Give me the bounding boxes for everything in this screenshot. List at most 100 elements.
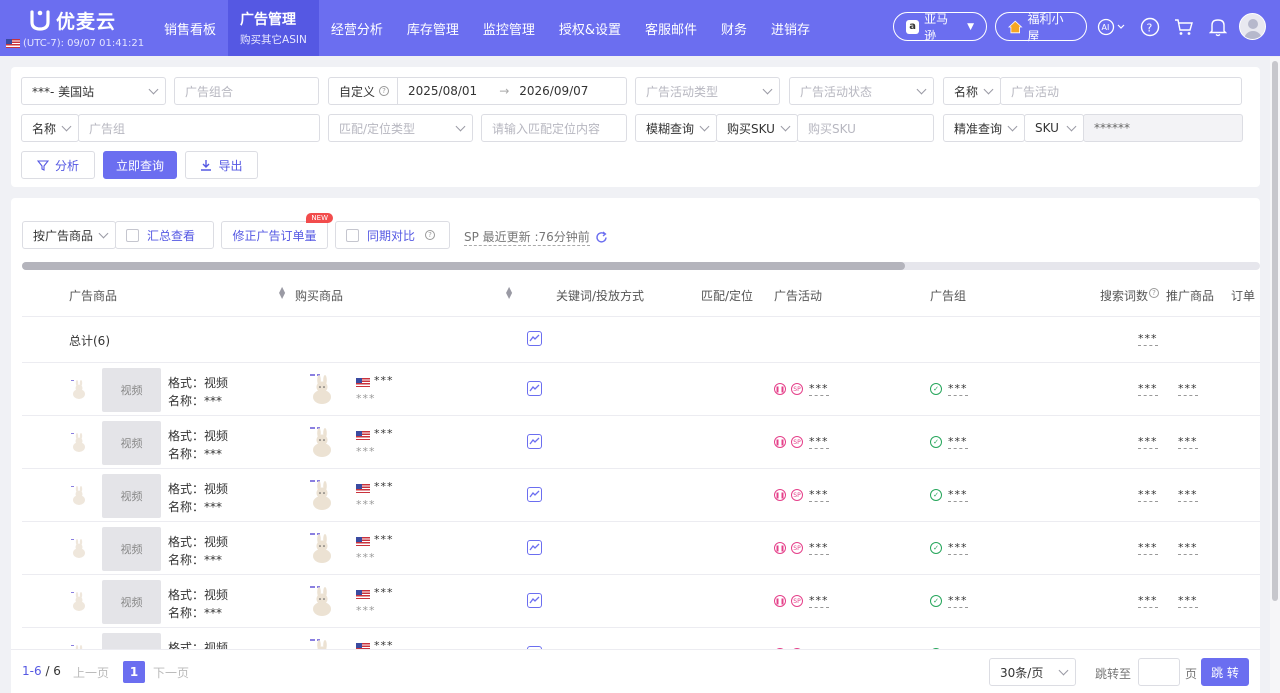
- buy-product-image[interactable]: [309, 373, 335, 405]
- buy-product-title[interactable]: ***: [374, 374, 394, 387]
- export-button[interactable]: 导出: [185, 151, 258, 179]
- search-terms-count[interactable]: ***: [1138, 541, 1158, 555]
- nav-ad-management[interactable]: 广告管理 购买其它ASIN: [228, 0, 319, 56]
- pause-status-icon[interactable]: ❚❚: [774, 595, 786, 607]
- jump-button[interactable]: 跳 转: [1201, 658, 1249, 686]
- campaign-name-select[interactable]: 名称: [943, 77, 1001, 105]
- nav-customer-email[interactable]: 客服邮件: [633, 0, 709, 56]
- campaign-type-select[interactable]: 广告活动类型: [635, 77, 780, 105]
- promoted-count[interactable]: ***: [1178, 488, 1198, 502]
- video-thumbnail[interactable]: 视频: [102, 421, 161, 465]
- brand-logo[interactable]: 优麦云: [30, 8, 116, 33]
- bell-icon[interactable]: [1205, 14, 1231, 40]
- sort-icon[interactable]: ▲ ▼: [506, 286, 512, 300]
- video-thumbnail[interactable]: 视频: [102, 474, 161, 518]
- fuzzy-query-select[interactable]: 模糊查询: [635, 114, 717, 142]
- match-content-input[interactable]: 请输入匹配定位内容: [481, 114, 627, 142]
- campaign-name[interactable]: ***: [809, 382, 829, 396]
- ad-group-search-input[interactable]: 广告组: [78, 114, 320, 142]
- group-by-select[interactable]: 按广告商品: [22, 221, 116, 249]
- buy-sku-type-select[interactable]: 购买SKU: [716, 114, 798, 142]
- horizontal-scroll-thumb[interactable]: [22, 262, 905, 270]
- search-terms-count[interactable]: ***: [1138, 382, 1158, 396]
- buy-product-title[interactable]: ***: [374, 480, 394, 493]
- nav-auth-settings[interactable]: 授权&设置: [547, 0, 633, 56]
- promoted-count[interactable]: ***: [1178, 435, 1198, 449]
- exact-query-select[interactable]: 精准查询: [943, 114, 1025, 142]
- video-thumbnail[interactable]: 视频: [102, 368, 161, 412]
- campaign-name[interactable]: ***: [809, 435, 829, 449]
- search-terms-count[interactable]: ***: [1138, 435, 1158, 449]
- trend-chart-icon[interactable]: [527, 434, 542, 449]
- buy-product-image[interactable]: [309, 532, 335, 564]
- horizontal-scrollbar[interactable]: [22, 262, 1260, 270]
- product-thumbnail-icon[interactable]: [69, 591, 89, 613]
- trend-chart-icon[interactable]: [527, 487, 542, 502]
- sku-input[interactable]: ******: [1083, 114, 1243, 142]
- product-thumbnail-icon[interactable]: [69, 379, 89, 401]
- help-icon[interactable]: ?: [1137, 14, 1163, 40]
- trend-chart-icon[interactable]: [527, 540, 542, 555]
- page-1-button[interactable]: 1: [123, 661, 145, 683]
- fix-ad-orders-button[interactable]: 修正广告订单量 NEW: [221, 213, 333, 249]
- ad-group-name-select[interactable]: 名称: [21, 114, 79, 142]
- ad-group-name[interactable]: ***: [948, 382, 968, 396]
- jump-page-input[interactable]: [1138, 658, 1180, 686]
- buy-sku-input[interactable]: 购买SKU: [797, 114, 934, 142]
- nav-sales-dashboard[interactable]: 销售看板: [152, 0, 228, 56]
- ad-combo-select[interactable]: 广告组合: [174, 77, 319, 105]
- buy-product-image[interactable]: [309, 426, 335, 458]
- campaign-name[interactable]: ***: [809, 594, 829, 608]
- search-terms-count[interactable]: ***: [1138, 488, 1158, 502]
- vertical-scrollbar[interactable]: [1270, 57, 1280, 693]
- ad-group-name[interactable]: ***: [948, 488, 968, 502]
- promoted-count[interactable]: ***: [1178, 594, 1198, 608]
- video-thumbnail[interactable]: 视频: [102, 580, 161, 624]
- platform-select[interactable]: a 亚马逊 ▼: [893, 12, 987, 43]
- campaign-search-input[interactable]: 广告活动: [1000, 77, 1242, 105]
- date-end[interactable]: 2026/09/07: [519, 84, 588, 98]
- campaign-status-select[interactable]: 广告活动状态: [789, 77, 934, 105]
- campaign-name[interactable]: ***: [809, 488, 829, 502]
- product-thumbnail-icon[interactable]: [69, 538, 89, 560]
- nav-inventory[interactable]: 库存管理: [395, 0, 471, 56]
- vertical-scroll-thumb[interactable]: [1272, 61, 1278, 601]
- nav-finance[interactable]: 财务: [709, 0, 759, 56]
- sku-type-select[interactable]: SKU: [1024, 114, 1084, 142]
- pause-status-icon[interactable]: ❚❚: [774, 383, 786, 395]
- nav-monitoring[interactable]: 监控管理: [471, 0, 547, 56]
- trend-chart-icon[interactable]: [527, 593, 542, 608]
- ai-assistant-icon[interactable]: AI: [1095, 14, 1129, 40]
- pause-status-icon[interactable]: ❚❚: [774, 542, 786, 554]
- page-size-select[interactable]: 30条/页: [989, 658, 1076, 686]
- refresh-icon[interactable]: [595, 230, 608, 244]
- welfare-house-button[interactable]: 福利小屋: [995, 12, 1087, 43]
- match-type-select[interactable]: 匹配/定位类型: [328, 114, 473, 142]
- ad-group-name[interactable]: ***: [948, 541, 968, 555]
- sort-icon[interactable]: ▲ ▼: [279, 286, 285, 300]
- pause-status-icon[interactable]: ❚❚: [774, 436, 786, 448]
- date-start[interactable]: 2025/08/01: [408, 84, 477, 98]
- analyze-button[interactable]: 分析: [21, 151, 95, 179]
- yoy-compare-toggle[interactable]: 同期对比 ?: [335, 221, 450, 249]
- pause-status-icon[interactable]: ❚❚: [774, 489, 786, 501]
- video-thumbnail[interactable]: 视频: [102, 527, 161, 571]
- nav-purchase-sales-stock[interactable]: 进销存: [759, 0, 822, 56]
- product-thumbnail-icon[interactable]: [69, 485, 89, 507]
- site-select[interactable]: ***- 美国站: [21, 77, 166, 105]
- buy-product-image[interactable]: [309, 585, 335, 617]
- buy-product-title[interactable]: ***: [374, 586, 394, 599]
- date-range-picker[interactable]: 自定义 ? 2025/08/01 → 2026/09/07: [328, 77, 627, 105]
- search-terms-count[interactable]: ***: [1138, 594, 1158, 608]
- prev-page-button[interactable]: 上一页: [73, 661, 109, 683]
- summary-view-toggle[interactable]: 汇总查看: [115, 221, 214, 249]
- promoted-count[interactable]: ***: [1178, 382, 1198, 396]
- product-thumbnail-icon[interactable]: [69, 432, 89, 454]
- ad-group-name[interactable]: ***: [948, 594, 968, 608]
- nav-business-analysis[interactable]: 经营分析: [319, 0, 395, 56]
- buy-product-image[interactable]: [309, 479, 335, 511]
- query-button[interactable]: 立即查询: [103, 151, 177, 179]
- promoted-count[interactable]: ***: [1178, 541, 1198, 555]
- trend-chart-icon[interactable]: [527, 381, 542, 396]
- summary-checkbox[interactable]: [126, 228, 139, 242]
